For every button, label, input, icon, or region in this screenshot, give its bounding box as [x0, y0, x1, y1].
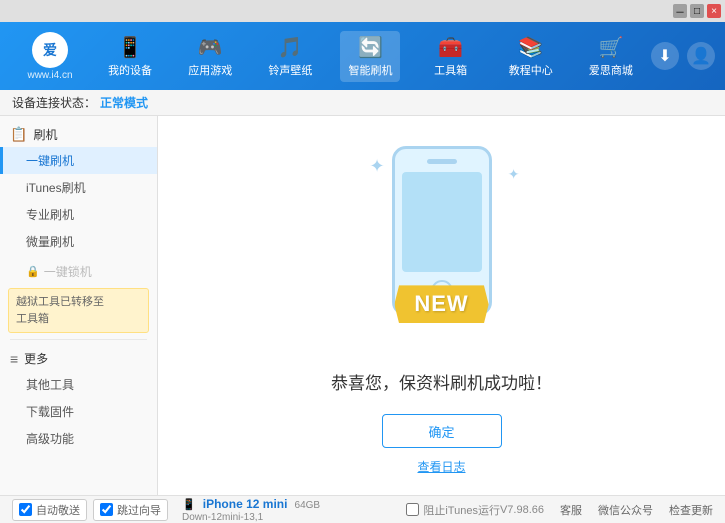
download-button[interactable]: ⬇: [651, 42, 679, 70]
other-tools-label: 其他工具: [26, 376, 74, 393]
itunes-flash-label: iTunes刷机: [26, 179, 86, 196]
smart-flash-icon: 🔄: [358, 35, 383, 60]
confirm-button[interactable]: 确定: [382, 414, 502, 448]
close-button[interactable]: ×: [707, 4, 721, 18]
phone-screen: [402, 172, 482, 272]
nav-tutorial[interactable]: 📚 教程中心: [501, 31, 561, 82]
sidebar-section-more-header: ≡ 更多: [0, 346, 157, 371]
logo-sub: www.i4.cn: [27, 70, 72, 81]
nav-mall[interactable]: 🛒 爱思商城: [581, 31, 641, 82]
nav-my-device-label: 我的设备: [108, 62, 152, 78]
footer-right: V7.98.66 客服 微信公众号 检查更新: [500, 502, 713, 518]
more-section-icon: ≡: [10, 351, 18, 367]
sidebar-item-pro-flash[interactable]: 专业刷机: [0, 201, 157, 228]
sidebar-section-flash: 📋 刷机 一键刷机 iTunes刷机 专业刷机 微量刷机: [0, 122, 157, 255]
nav-toolbox-label: 工具箱: [434, 62, 467, 78]
status-value: 正常模式: [100, 94, 148, 111]
itunes-label: 阻止iTunes运行: [423, 502, 500, 518]
one-click-flash-label: 一键刷机: [26, 152, 74, 169]
phone-speaker: [427, 159, 457, 164]
main: 📋 刷机 一键刷机 iTunes刷机 专业刷机 微量刷机 🔒 一键锁机 越狱工具…: [0, 116, 725, 495]
app-game-icon: 🎮: [198, 35, 223, 60]
version-text: V7.98.66: [500, 504, 544, 516]
lock-icon: 🔒: [26, 265, 40, 278]
device-icon: 📱: [182, 499, 196, 511]
auto-push-checkbox[interactable]: [19, 503, 32, 516]
check-update-link[interactable]: 检查更新: [669, 502, 713, 518]
skip-wizard-label: 跳过向导: [117, 502, 161, 518]
wechat-public-link[interactable]: 微信公众号: [598, 502, 653, 518]
flash-section-label: 刷机: [33, 126, 57, 143]
nav-app-game[interactable]: 🎮 应用游戏: [180, 31, 240, 82]
minimize-button[interactable]: －: [673, 4, 687, 18]
nav-right: ⬇ 👤: [651, 42, 715, 70]
sidebar-divider: [10, 339, 147, 340]
device-name: iPhone 12 mini: [203, 497, 288, 511]
status-label: 设备连接状态：: [12, 94, 96, 111]
user-button[interactable]: 👤: [687, 42, 715, 70]
nav-ringtone[interactable]: 🎵 铃声壁纸: [260, 31, 320, 82]
sidebar-disabled-unlock: 🔒 一键锁机: [0, 259, 157, 284]
success-message: 恭喜您，保资料刷机成功啦！: [331, 369, 552, 394]
customer-service-link[interactable]: 客服: [560, 502, 582, 518]
sidebar-item-download-firmware[interactable]: 下载固件: [0, 398, 157, 425]
nav-smart-flash[interactable]: 🔄 智能刷机: [340, 31, 400, 82]
ringtone-icon: 🎵: [278, 35, 303, 60]
nav-my-device[interactable]: 📱 我的设备: [100, 31, 160, 82]
sidebar-item-advanced[interactable]: 高级功能: [0, 425, 157, 452]
tutorial-icon: 📚: [518, 35, 543, 60]
header: 爱 www.i4.cn 📱 我的设备 🎮 应用游戏 🎵 铃声壁纸 🔄 智能刷机 …: [0, 22, 725, 90]
success-illustration: ✦ NEW ✦: [342, 136, 542, 353]
sidebar-item-micro-flash[interactable]: 微量刷机: [0, 228, 157, 255]
nav-items: 📱 我的设备 🎮 应用游戏 🎵 铃声壁纸 🔄 智能刷机 🧰 工具箱 📚 教程中心…: [90, 31, 651, 82]
title-bar: － □ ×: [0, 0, 725, 22]
itunes-checkbox[interactable]: [406, 503, 419, 516]
logo-icon: 爱: [32, 32, 68, 68]
device-model: Down-12mini-13,1: [182, 512, 263, 523]
device-storage: 64GB: [295, 500, 321, 511]
sparkle-right-icon: ✦: [508, 166, 520, 183]
nav-mall-label: 爱思商城: [589, 62, 633, 78]
nav-tutorial-label: 教程中心: [509, 62, 553, 78]
nav-toolbox[interactable]: 🧰 工具箱: [421, 31, 481, 82]
sidebar-section-more: ≡ 更多 其他工具 下载固件 高级功能: [0, 346, 157, 452]
sidebar-note: 越狱工具已转移至工具箱: [8, 288, 149, 333]
content-area: ✦ NEW ✦ 恭喜您，保资料刷机成功啦！ 确定 查看日志: [158, 116, 725, 495]
new-badge: NEW: [394, 285, 488, 323]
daily-link[interactable]: 查看日志: [417, 458, 465, 475]
device-info: 📱 iPhone 12 mini 64GB Down-12mini-13,1: [182, 497, 320, 523]
micro-flash-label: 微量刷机: [26, 233, 74, 250]
checkbox-auto-push[interactable]: 自动敬送: [12, 499, 87, 521]
auto-push-label: 自动敬送: [36, 502, 80, 518]
footer: 自动敬送 跳过向导 📱 iPhone 12 mini 64GB Down-12m…: [0, 495, 725, 523]
logo-area: 爱 www.i4.cn: [10, 32, 90, 81]
flash-section-icon: 📋: [10, 126, 27, 143]
sidebar: 📋 刷机 一键刷机 iTunes刷机 专业刷机 微量刷机 🔒 一键锁机 越狱工具…: [0, 116, 158, 495]
note-text: 越狱工具已转移至工具箱: [16, 296, 104, 325]
maximize-button[interactable]: □: [690, 4, 704, 18]
sidebar-item-one-click-flash[interactable]: 一键刷机: [0, 147, 157, 174]
sidebar-item-other-tools[interactable]: 其他工具: [0, 371, 157, 398]
checkbox-skip-wizard[interactable]: 跳过向导: [93, 499, 168, 521]
mall-icon: 🛒: [598, 35, 623, 60]
advanced-label: 高级功能: [26, 430, 74, 447]
sidebar-section-flash-header: 📋 刷机: [0, 122, 157, 147]
footer-left: 自动敬送 跳过向导 📱 iPhone 12 mini 64GB Down-12m…: [12, 497, 406, 523]
my-device-icon: 📱: [118, 35, 143, 60]
sparkle-left-icon: ✦: [370, 156, 385, 177]
itunes-control: 阻止iTunes运行: [406, 502, 500, 518]
skip-wizard-checkbox[interactable]: [100, 503, 113, 516]
status-bar: 设备连接状态： 正常模式: [0, 90, 725, 116]
unlock-label: 一键锁机: [44, 263, 92, 280]
toolbox-icon: 🧰: [438, 35, 463, 60]
nav-smart-flash-label: 智能刷机: [348, 62, 392, 78]
nav-app-game-label: 应用游戏: [188, 62, 232, 78]
sidebar-item-itunes-flash[interactable]: iTunes刷机: [0, 174, 157, 201]
download-firmware-label: 下载固件: [26, 403, 74, 420]
more-section-label: 更多: [24, 350, 48, 367]
pro-flash-label: 专业刷机: [26, 206, 74, 223]
nav-ringtone-label: 铃声壁纸: [268, 62, 312, 78]
